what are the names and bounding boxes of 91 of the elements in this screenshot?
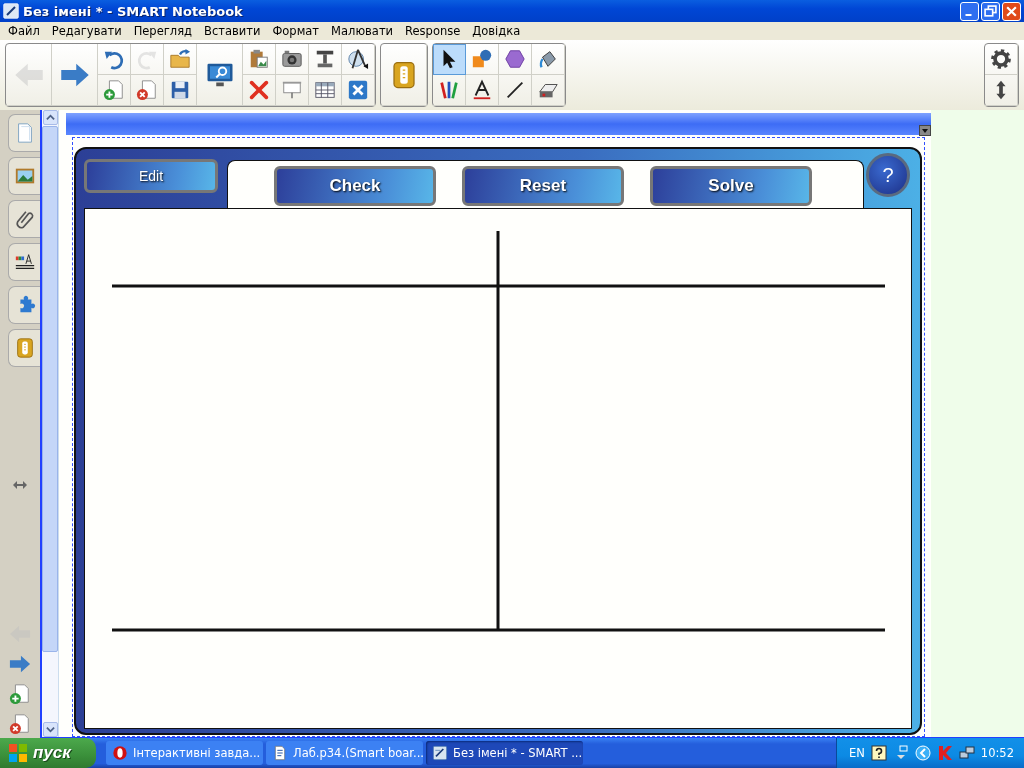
start-button[interactable]: пуск — [0, 738, 96, 768]
restore-icon — [984, 4, 997, 18]
action-button[interactable]: Check — [274, 166, 436, 206]
menu-item[interactable]: Файл — [2, 24, 46, 38]
paint-bucket-icon — [537, 48, 559, 70]
undo-button[interactable] — [98, 44, 131, 75]
window-title: Без імені * - SMART Notebook — [23, 3, 244, 19]
line-icon — [504, 79, 526, 101]
delete-page-icon — [136, 79, 158, 101]
addon-tab[interactable] — [8, 286, 40, 324]
windows-logo-icon — [8, 743, 28, 763]
menu-item[interactable]: Response — [399, 24, 467, 38]
gallery-tab[interactable] — [8, 157, 40, 195]
notebook-icon — [432, 745, 448, 761]
minimize-icon — [964, 14, 972, 16]
text-button[interactable] — [466, 75, 499, 106]
attachment-tab[interactable] — [8, 200, 40, 238]
taskbar-button[interactable]: Без імені * - SMART ... — [426, 741, 583, 765]
shapes-icon — [471, 48, 493, 70]
menu-item[interactable]: Довідка — [466, 24, 527, 38]
action-button[interactable]: Solve — [650, 166, 812, 206]
full-screen-icon — [347, 79, 369, 101]
scroll-up-button[interactable] — [42, 110, 58, 125]
measure-button[interactable] — [342, 44, 375, 75]
action-button[interactable]: Reset — [462, 166, 624, 206]
object-menu-button[interactable] — [919, 125, 931, 136]
gear-icon — [990, 48, 1012, 70]
restore-button[interactable] — [981, 1, 1000, 21]
scroll-thumb[interactable] — [42, 126, 58, 652]
screen-shade-button[interactable] — [197, 44, 243, 106]
response-tab[interactable] — [8, 329, 40, 367]
document-camera-icon — [314, 48, 336, 70]
delete-button[interactable] — [243, 75, 276, 106]
camera-icon — [281, 48, 303, 70]
eraser-button[interactable] — [532, 75, 565, 106]
circle-logo-icon — [112, 745, 128, 761]
fill-button[interactable] — [532, 44, 565, 75]
network-icon[interactable] — [958, 745, 975, 761]
save-button[interactable] — [164, 75, 197, 106]
add-page-icon — [8, 683, 32, 705]
delete-page-icon — [8, 713, 32, 735]
full-screen-button[interactable] — [342, 75, 375, 106]
response-button[interactable] — [381, 44, 427, 106]
menu-item[interactable]: Малювати — [325, 24, 400, 38]
app-icon — [3, 3, 19, 19]
caret-icon — [920, 126, 930, 135]
table-icon — [314, 79, 336, 101]
camera-button[interactable] — [276, 44, 309, 75]
cross-icon — [248, 79, 270, 101]
select-button[interactable] — [433, 44, 466, 75]
polygon-button[interactable] — [499, 44, 532, 75]
move-button[interactable] — [985, 75, 1018, 106]
doc-camera-button[interactable] — [309, 44, 342, 75]
settings-button[interactable] — [985, 44, 1018, 75]
open-button[interactable] — [164, 44, 197, 75]
document-icon — [272, 745, 288, 761]
menu-item[interactable]: Формат — [266, 24, 326, 38]
line-button[interactable] — [499, 75, 532, 106]
scroll-down-button[interactable] — [42, 722, 58, 737]
right-arrow-icon — [8, 653, 32, 675]
pens-button[interactable] — [433, 75, 466, 106]
compass-icon — [347, 48, 369, 70]
delete-page-button[interactable] — [131, 75, 164, 106]
taskbar-button[interactable]: Інтерактивні завда... — [106, 741, 263, 765]
text-tool-icon — [471, 79, 493, 101]
edit-button[interactable]: Edit — [84, 159, 218, 193]
pens-icon — [438, 79, 460, 101]
table-button[interactable] — [309, 75, 342, 106]
projection-screen-icon — [281, 79, 303, 101]
hexagon-icon — [504, 48, 526, 70]
close-icon — [1005, 4, 1018, 18]
clock: 10:52 — [980, 746, 1014, 760]
close-button[interactable] — [1002, 1, 1021, 21]
paperclip-icon — [13, 208, 36, 230]
clipboard-icon — [248, 48, 270, 70]
taskbar-button[interactable]: Лаб.р34.(Smart boar... — [266, 741, 423, 765]
shapes-button[interactable] — [466, 44, 499, 75]
menu-item[interactable]: Редагувати — [45, 24, 128, 38]
vertical-scrollbar[interactable] — [42, 110, 59, 737]
minimize-button[interactable] — [960, 1, 979, 21]
folder-icon — [169, 48, 191, 70]
properties-tab[interactable] — [8, 243, 40, 281]
forward-button[interactable] — [52, 44, 98, 106]
add-page-icon — [103, 79, 125, 101]
paste-button[interactable] — [243, 44, 276, 75]
language-indicator[interactable]: EN — [848, 746, 865, 760]
menu-item[interactable]: Вставити — [198, 24, 267, 38]
add-page-button[interactable] — [98, 75, 131, 106]
help-tray-icon[interactable] — [870, 745, 887, 761]
help-button[interactable]: ? — [866, 153, 910, 197]
menu-item[interactable]: Перегляд — [127, 24, 198, 38]
